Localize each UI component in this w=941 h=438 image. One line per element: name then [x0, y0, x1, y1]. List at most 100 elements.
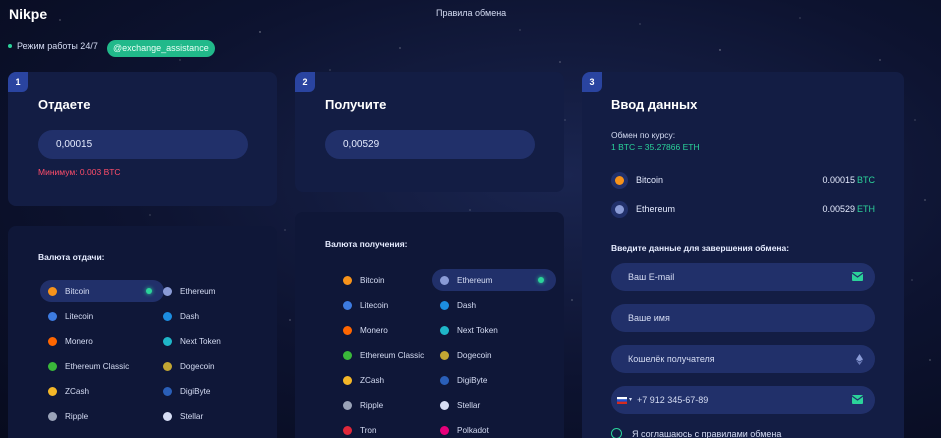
give-coin-dogecoin[interactable]: Dogecoin [155, 355, 279, 377]
dogecoin-icon [163, 361, 172, 371]
country-dropdown-chevron-icon[interactable]: ▾ [629, 386, 632, 414]
wallet-field[interactable]: Кошелёк получателя [611, 345, 875, 373]
mail-icon [852, 272, 863, 281]
stellar-icon [440, 400, 449, 410]
give-coin-ethereum[interactable]: Ethereum [155, 280, 279, 302]
coin-label: Ethereum Classic [65, 361, 130, 371]
name-field[interactable]: Ваше имя [611, 304, 875, 332]
receive-list-title: Валюта получения: [325, 239, 408, 249]
receive-coin-digibyte[interactable]: DigiByte [432, 369, 556, 391]
logo[interactable]: Nikpe [9, 6, 47, 22]
tron-icon [343, 425, 352, 435]
details-card: 3 [582, 72, 904, 438]
give-coin-monero[interactable]: Monero [40, 330, 164, 352]
receive-coin-stellar[interactable]: Stellar [432, 394, 556, 416]
give-coin-ethereum-classic[interactable]: Ethereum Classic [40, 355, 164, 377]
coin-label: DigiByte [457, 375, 488, 385]
coin-label: Litecoin [65, 311, 94, 321]
work-mode: Режим работы 24/7 [8, 41, 98, 51]
step-badge-3: 3 [582, 72, 602, 92]
rate-label: Обмен по курсу: [611, 130, 676, 140]
litecoin-icon [48, 311, 57, 321]
dogecoin-icon [440, 350, 449, 360]
name-placeholder: Ваше имя [628, 313, 670, 323]
coin-label: DigiByte [180, 386, 211, 396]
ripple-icon [343, 400, 352, 410]
russia-flag-icon [617, 397, 627, 404]
coin-label: Ripple [65, 411, 89, 421]
receive-coin-dogecoin[interactable]: Dogecoin [432, 344, 556, 366]
rate-value: 1 BTC = 35.27866 ETH [611, 142, 700, 152]
telegram-contact-link[interactable]: @exchange_assistance [107, 40, 215, 57]
receive-coin-ethereum[interactable]: Ethereum [432, 269, 556, 291]
receive-coin-dash[interactable]: Dash [432, 294, 556, 316]
receive-title: Получите [325, 97, 387, 112]
coin-label: Polkadot [457, 425, 489, 435]
email-placeholder: Ваш E-mail [628, 272, 675, 282]
stellar-icon [163, 411, 172, 421]
phone-placeholder: +7 912 345-67-89 [637, 395, 709, 405]
bitcoin-icon [611, 171, 628, 189]
coin-label: Ethereum [180, 286, 216, 296]
give-title: Отдаете [38, 97, 91, 112]
give-coin-stellar[interactable]: Stellar [155, 405, 279, 427]
receive-coin-polkadot[interactable]: Polkadot [432, 419, 556, 438]
litecoin-icon [343, 300, 352, 310]
checkbox-circle-icon[interactable] [611, 428, 622, 438]
agree-checkbox[interactable]: Я соглашаюсь с правилами обмена [611, 428, 781, 438]
bitcoin-icon [48, 286, 57, 296]
agree-text: Я соглашаюсь с правилами обмена [632, 428, 782, 438]
coin-label: Ethereum [457, 275, 493, 285]
summary-coin: Bitcoin [636, 175, 664, 185]
receive-amount-input[interactable]: 0,00529 [325, 130, 535, 159]
selected-indicator-icon [538, 277, 544, 283]
email-field[interactable]: Ваш E-mail [611, 263, 875, 291]
next-token-icon [440, 325, 449, 335]
summary-row-give: Bitcoin 0.00015 BTC [611, 170, 875, 190]
coin-label: Ethereum Classic [360, 350, 425, 360]
work-mode-text: Режим работы 24/7 [17, 41, 98, 51]
nav-link-rules[interactable]: Правила обмена [436, 8, 506, 18]
give-coin-litecoin[interactable]: Litecoin [40, 305, 164, 327]
coin-label: Dash [457, 300, 477, 310]
ethereum-icon [163, 286, 172, 296]
monero-icon [343, 325, 352, 335]
online-dot-icon [8, 44, 12, 48]
coin-label: Bitcoin [65, 286, 90, 296]
give-coin-digibyte[interactable]: DigiByte [155, 380, 279, 402]
coin-label: Dash [180, 311, 200, 321]
phone-field[interactable]: ▾ +7 912 345-67-89 [611, 386, 875, 414]
ethereum-classic-icon [48, 361, 57, 371]
ethereum-icon [611, 200, 628, 218]
give-amount-input[interactable]: 0,00015 [38, 130, 248, 159]
coin-label: Monero [65, 336, 93, 346]
bitcoin-icon [343, 275, 352, 285]
zcash-icon [343, 375, 352, 385]
summary-currency: BTC [857, 175, 875, 185]
coin-label: Next Token [180, 336, 221, 346]
mail-icon [852, 395, 863, 404]
coin-label: Ripple [360, 400, 384, 410]
coin-label: Monero [360, 325, 388, 335]
give-coin-ripple[interactable]: Ripple [40, 405, 164, 427]
summary-coin: Ethereum [636, 204, 676, 214]
coin-label: Tron [360, 425, 377, 435]
give-list-title: Валюта отдачи: [38, 252, 105, 262]
give-coin-next-token[interactable]: Next Token [155, 330, 279, 352]
coin-label: Stellar [180, 411, 204, 421]
coin-label: ZCash [65, 386, 90, 396]
give-coin-dash[interactable]: Dash [155, 305, 279, 327]
coin-label: Litecoin [360, 300, 389, 310]
form-title: Введите данные для завершения обмена: [611, 243, 790, 253]
give-coin-zcash[interactable]: ZCash [40, 380, 164, 402]
give-minimum-text: Минимум: 0.003 BTC [38, 167, 121, 177]
dash-icon [163, 311, 172, 321]
coin-label: Dogecoin [457, 350, 492, 360]
step-badge-2: 2 [295, 72, 315, 92]
receive-coin-next-token[interactable]: Next Token [432, 319, 556, 341]
give-coin-bitcoin[interactable]: Bitcoin [40, 280, 164, 302]
coin-label: Next Token [457, 325, 498, 335]
digibyte-icon [163, 386, 172, 396]
selected-indicator-icon [146, 288, 152, 294]
polkadot-icon [440, 425, 449, 435]
